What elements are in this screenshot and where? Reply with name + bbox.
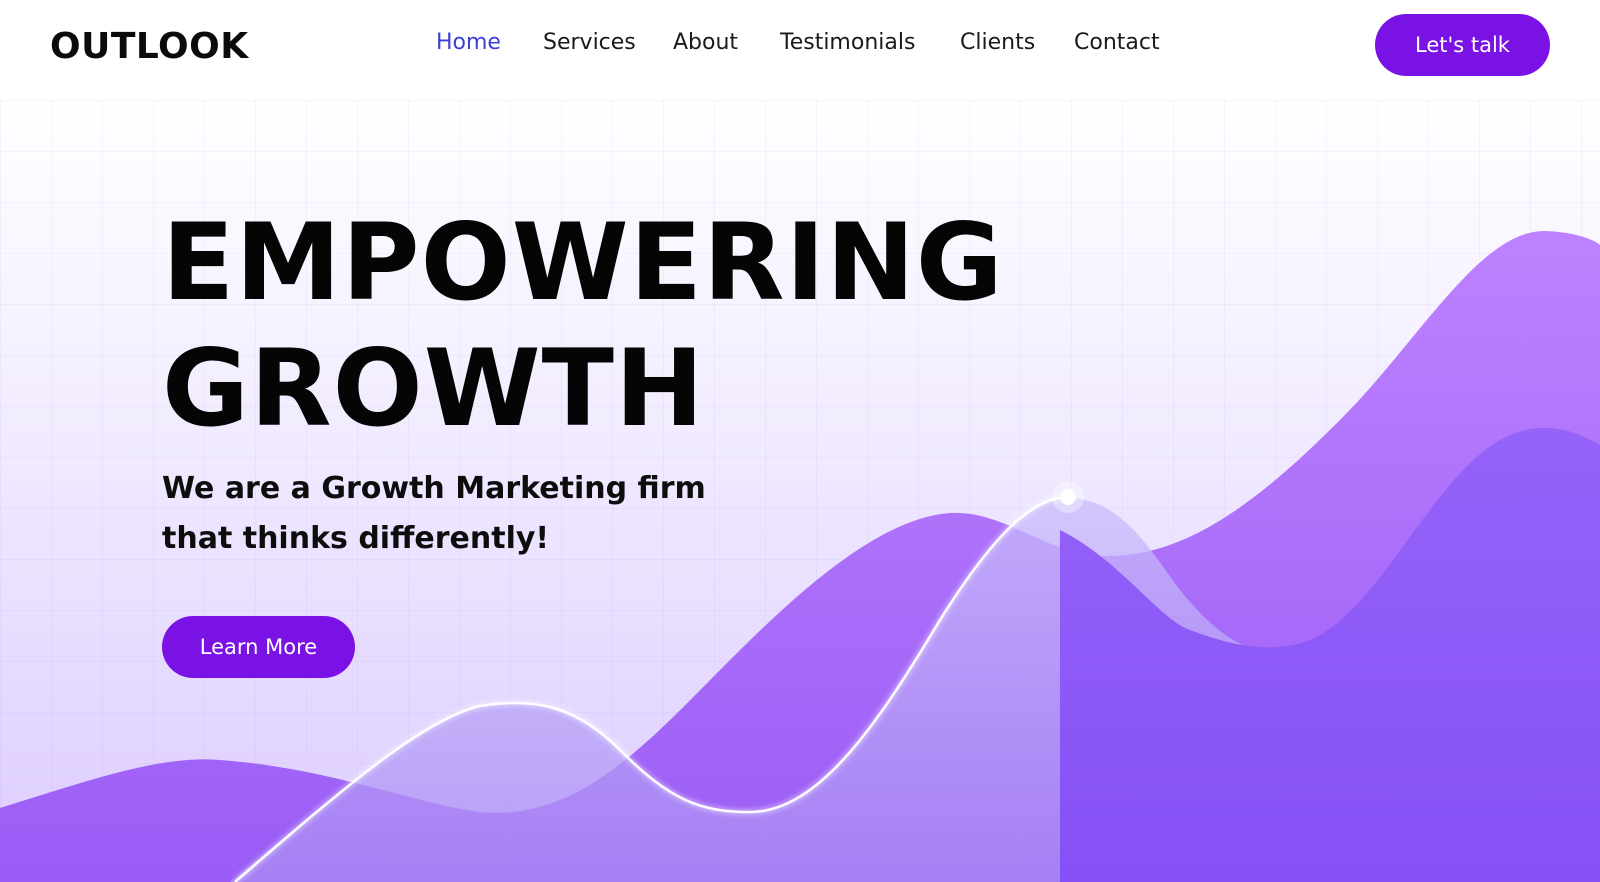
highlight-dot xyxy=(1060,489,1076,505)
nav-home[interactable]: Home xyxy=(436,30,501,55)
subhead-line-2: that thinks differently! xyxy=(162,521,550,556)
nav-clients[interactable]: Clients xyxy=(960,30,1035,55)
landing-page: OUTLOOK Home Services About Testimonials… xyxy=(0,0,1600,882)
subhead-line-1: We are a Growth Marketing firm xyxy=(162,471,706,506)
hero-headline: EMPOWERING GROWTH xyxy=(162,200,1004,452)
nav-about[interactable]: About xyxy=(673,30,738,55)
nav-testimonials[interactable]: Testimonials xyxy=(780,30,915,55)
site-header: OUTLOOK Home Services About Testimonials… xyxy=(0,0,1600,100)
lets-talk-button[interactable]: Let's talk xyxy=(1375,14,1550,76)
hero-subhead: We are a Growth Marketing firm that thin… xyxy=(162,464,782,564)
headline-line-1: EMPOWERING xyxy=(162,201,1004,324)
hero-section: EMPOWERING GROWTH We are a Growth Market… xyxy=(0,100,1600,882)
learn-more-button[interactable]: Learn More xyxy=(162,616,355,678)
brand-logo[interactable]: OUTLOOK xyxy=(50,26,249,67)
nav-services[interactable]: Services xyxy=(543,30,636,55)
nav-contact[interactable]: Contact xyxy=(1074,30,1160,55)
headline-line-2: GROWTH xyxy=(162,327,705,450)
